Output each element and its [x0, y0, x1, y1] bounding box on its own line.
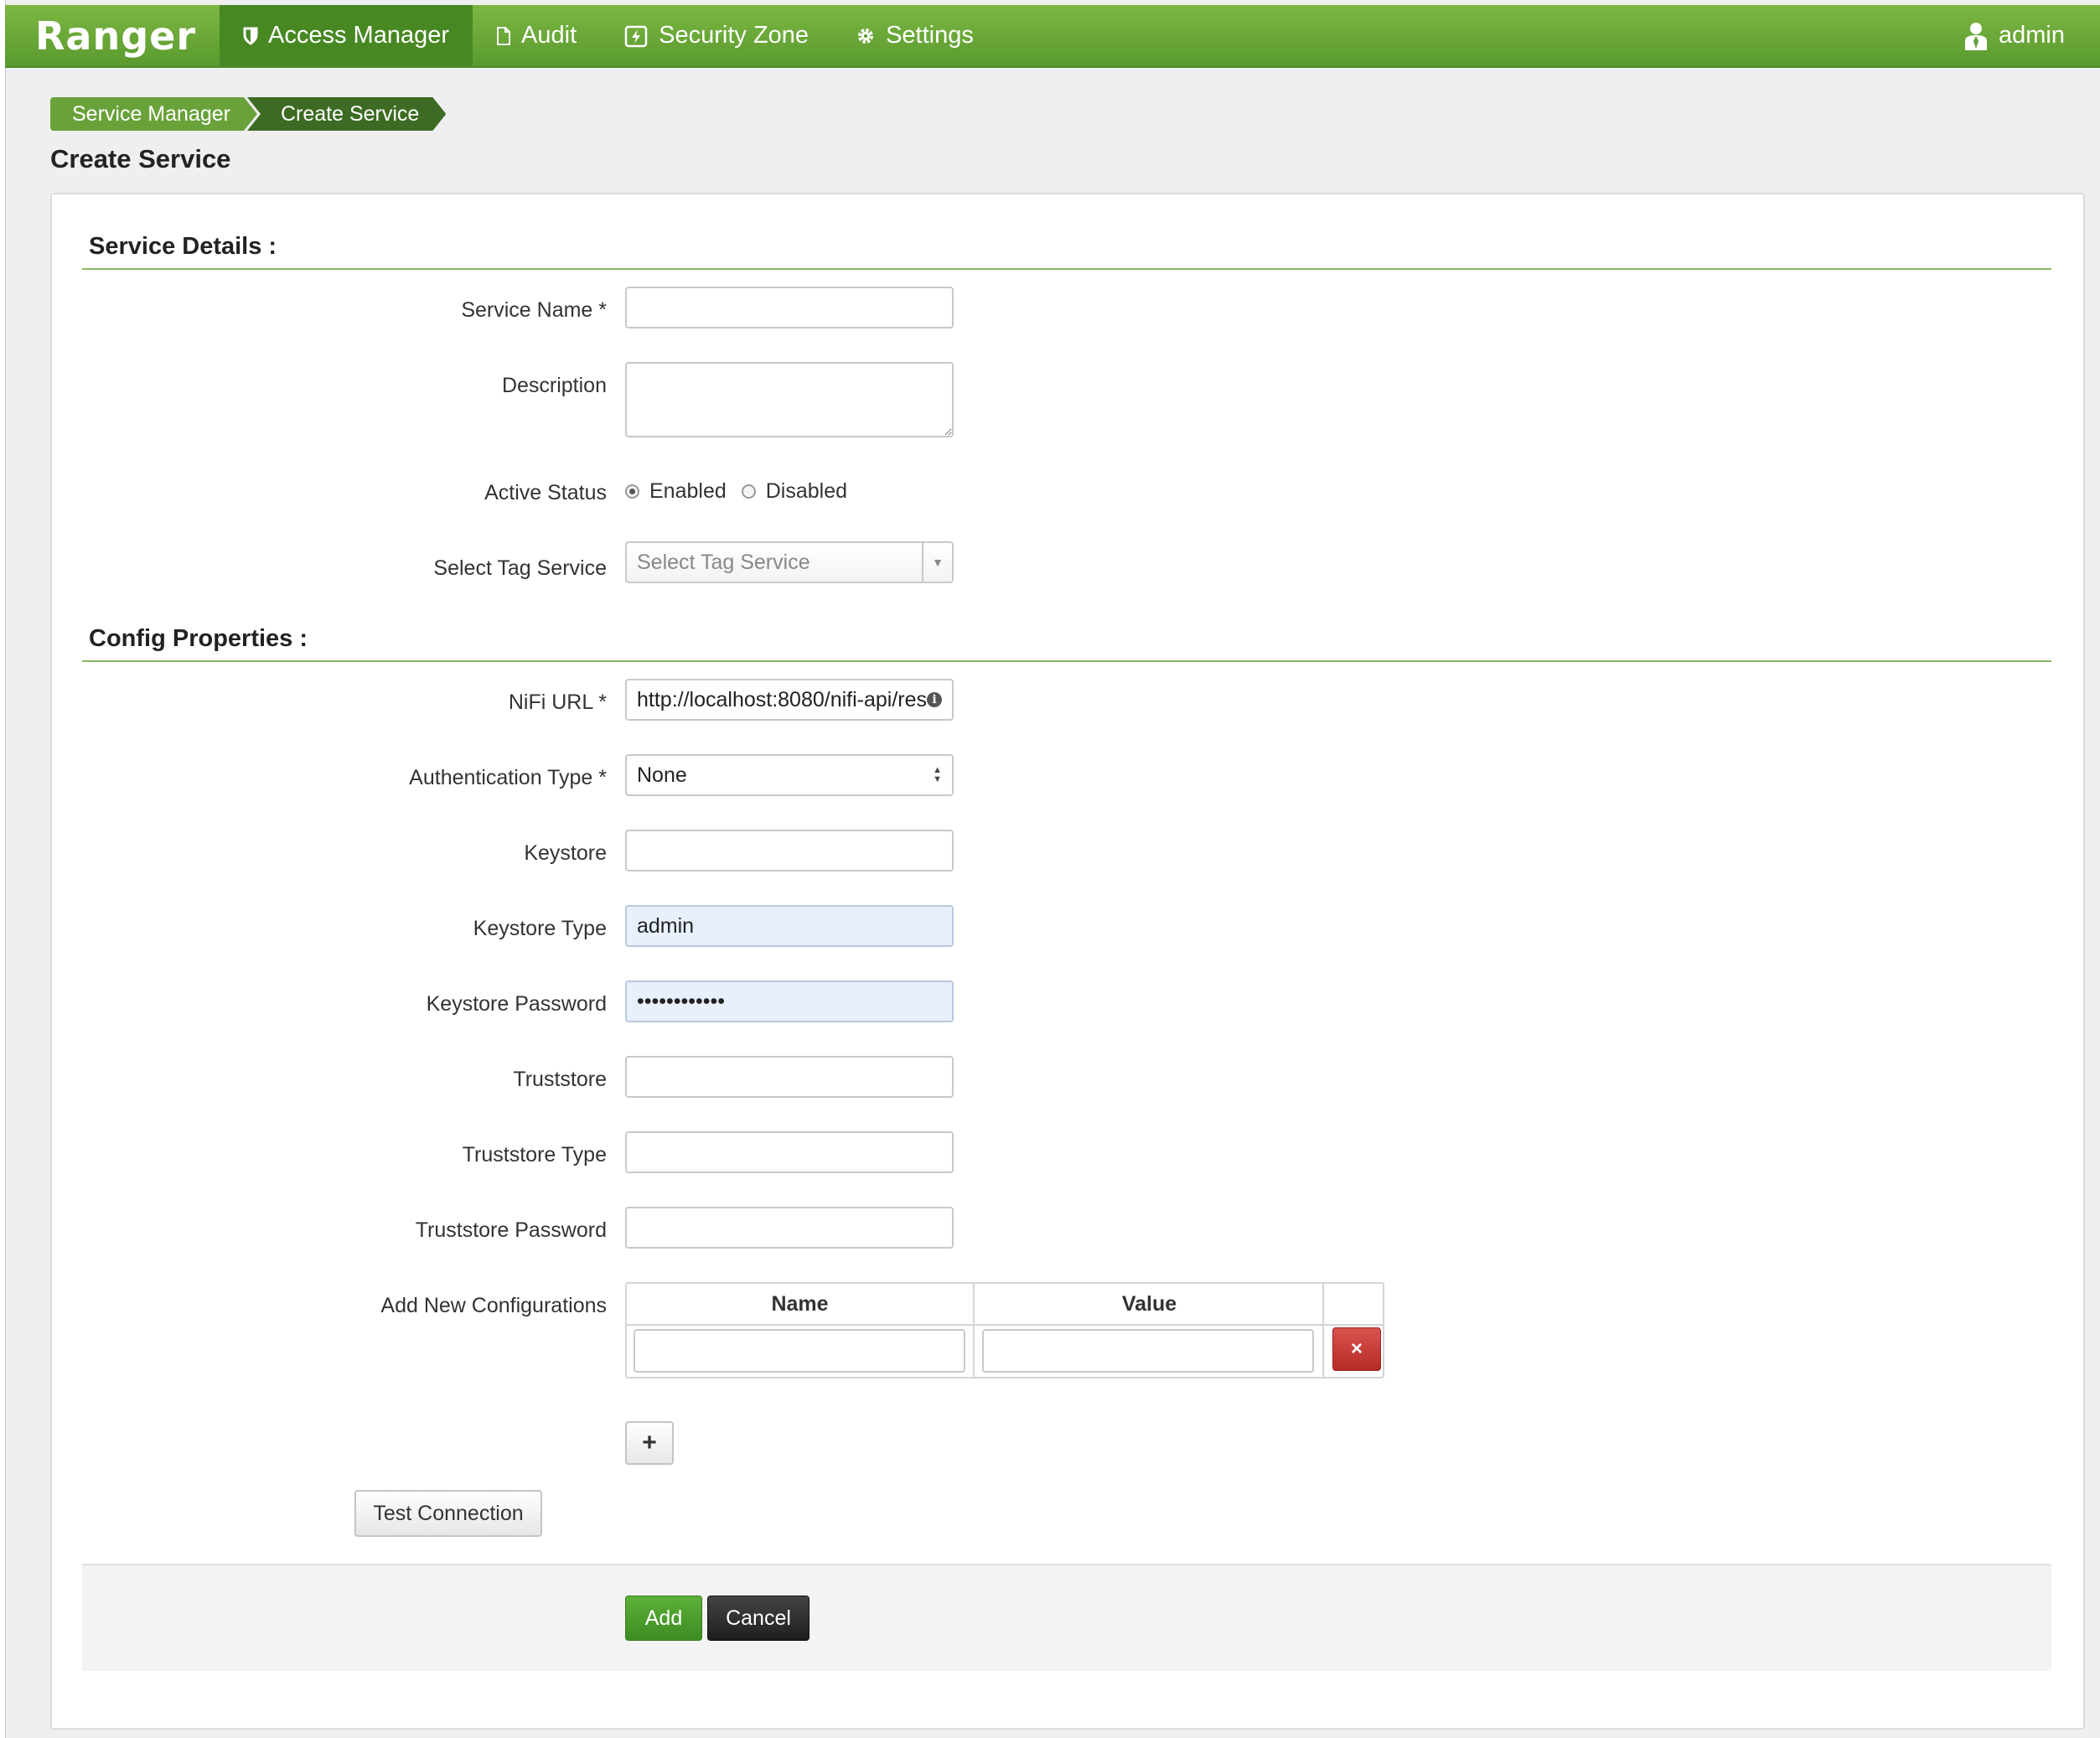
add-button[interactable]: Add [625, 1596, 702, 1641]
tag-service-label: Select Tag Service [433, 556, 607, 580]
disabled-radio-label[interactable]: Disabled [766, 479, 847, 504]
nav-audit-label: Audit [521, 22, 577, 49]
nav-access-manager-label: Access Manager [268, 22, 450, 49]
section-divider [82, 268, 2051, 270]
service-name-input[interactable] [625, 287, 954, 328]
truststore-type-label: Truststore Type [462, 1143, 607, 1166]
create-service-form: Service Details : Service Name * Descrip… [50, 193, 2085, 1730]
breadcrumb: Service Manager Create Service [50, 97, 446, 131]
delete-row-button[interactable]: × [1332, 1327, 1381, 1371]
enabled-radio[interactable] [625, 484, 639, 499]
user-icon [1965, 22, 1987, 50]
brand-logo[interactable]: Ranger [5, 13, 220, 59]
description-textarea[interactable] [625, 362, 954, 437]
nifi-url-input[interactable]: http://localhost:8080/nifi-api/res i [625, 679, 954, 721]
user-name: admin [1999, 22, 2065, 49]
chevron-down-icon[interactable]: ▼ [922, 543, 952, 582]
truststore-label: Truststore [513, 1068, 607, 1091]
truststore-password-label: Truststore Password [415, 1218, 607, 1242]
truststore-type-input[interactable] [625, 1131, 954, 1173]
config-name-input[interactable] [634, 1329, 965, 1373]
nifi-url-label: NiFi URL * [508, 691, 607, 714]
keystore-label: Keystore [524, 841, 607, 865]
description-label: Description [501, 374, 607, 397]
add-config-row-button[interactable]: + [625, 1421, 674, 1465]
breadcrumb-create-service: Create Service [247, 97, 446, 131]
page-title: Create Service [50, 144, 231, 173]
top-navbar: Ranger Access Manager Audit Security Zon… [5, 5, 2100, 68]
nav-security-zone-label: Security Zone [659, 22, 809, 49]
form-actions: Add Cancel [82, 1564, 2051, 1671]
service-name-label: Service Name * [461, 298, 607, 322]
keystore-type-input[interactable] [625, 905, 954, 947]
tag-service-select[interactable]: Select Tag Service ▼ [625, 541, 954, 583]
nav-settings-label: Settings [886, 22, 974, 49]
config-properties-title: Config Properties : [89, 625, 308, 652]
truststore-password-input[interactable] [625, 1207, 954, 1249]
user-menu[interactable]: admin [1940, 5, 2100, 66]
config-name-header-label: Name [771, 1292, 829, 1316]
active-status-label: Active Status [484, 481, 607, 504]
nav-access-manager[interactable]: Access Manager [220, 5, 473, 66]
shield-icon [243, 27, 258, 45]
window-edge [0, 0, 6, 1738]
config-value-header-label: Value [1121, 1292, 1177, 1316]
service-details-title: Service Details : [89, 233, 277, 260]
cancel-button[interactable]: Cancel [707, 1596, 809, 1641]
file-icon [497, 26, 511, 45]
section-divider [82, 660, 2051, 662]
nav-settings[interactable]: Settings [832, 5, 997, 66]
active-status-radios: Enabled Disabled [625, 479, 847, 504]
disabled-radio[interactable] [741, 484, 756, 499]
config-table: Name Value × [625, 1282, 1384, 1379]
close-icon: × [1350, 1337, 1363, 1360]
zone-icon [624, 25, 648, 47]
info-icon[interactable]: i [927, 692, 942, 707]
plus-icon: + [642, 1429, 657, 1456]
gear-icon [858, 28, 874, 44]
test-connection-button[interactable]: Test Connection [354, 1490, 542, 1537]
tag-service-placeholder: Select Tag Service [637, 550, 810, 574]
keystore-input[interactable] [625, 830, 954, 872]
keystore-password-input[interactable] [625, 980, 954, 1022]
breadcrumb-service-manager[interactable]: Service Manager [50, 97, 257, 131]
nifi-url-value: http://localhost:8080/nifi-api/res [637, 687, 927, 711]
keystore-type-label: Keystore Type [473, 917, 607, 940]
select-arrows-icon: ▲ ▼ [933, 765, 942, 784]
nav-audit[interactable]: Audit [473, 5, 600, 66]
auth-type-select[interactable]: None ▲ ▼ [625, 754, 954, 796]
enabled-radio-label[interactable]: Enabled [649, 479, 727, 504]
nav-security-zone[interactable]: Security Zone [600, 5, 832, 66]
add-new-configs-label: Add New Configurations [380, 1294, 607, 1317]
auth-type-label: Authentication Type * [409, 766, 607, 789]
auth-type-value: None [637, 763, 687, 787]
truststore-input[interactable] [625, 1056, 954, 1098]
config-value-input[interactable] [982, 1329, 1314, 1373]
keystore-password-label: Keystore Password [426, 992, 607, 1016]
table-row-divider [627, 1324, 1383, 1326]
